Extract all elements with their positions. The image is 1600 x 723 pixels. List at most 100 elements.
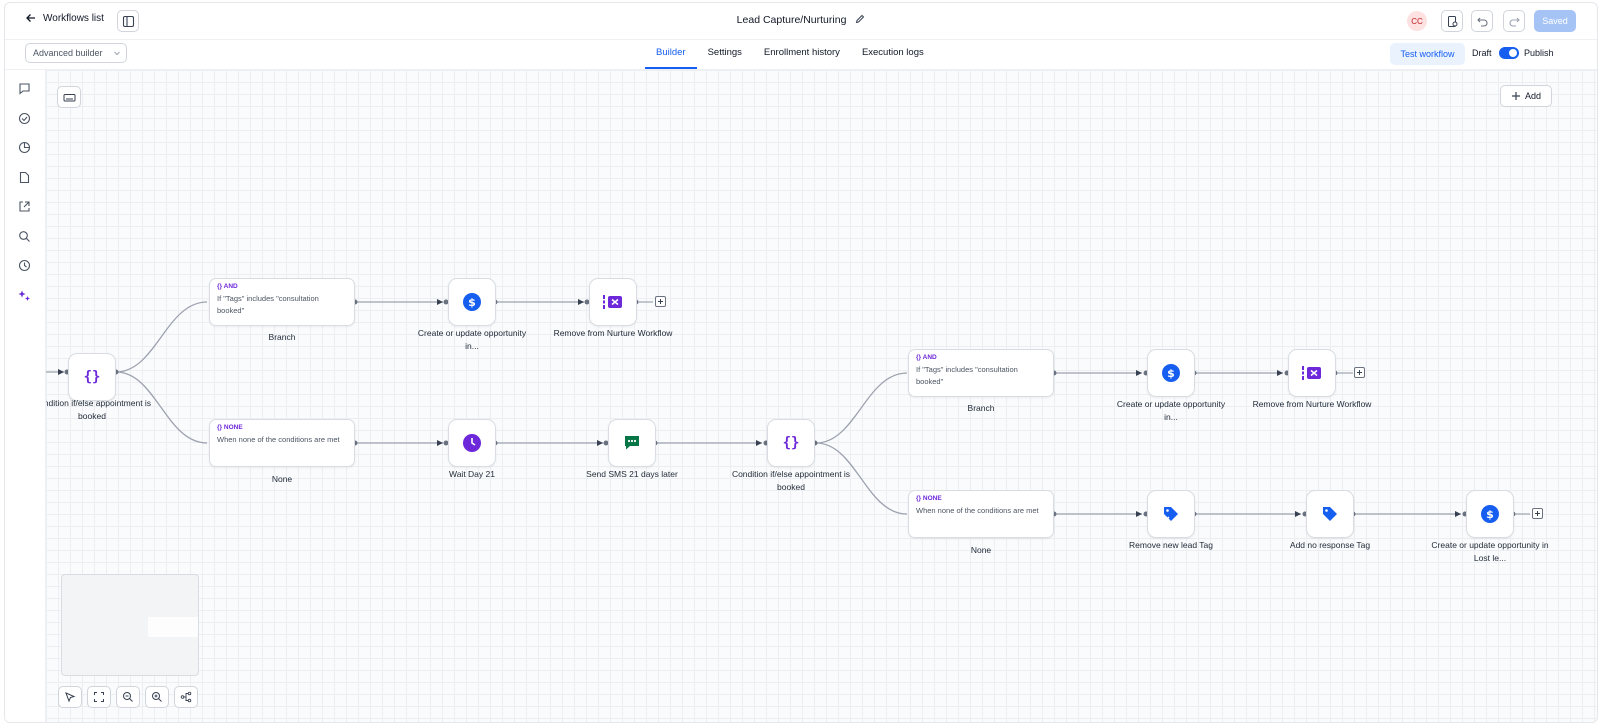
main-tabs: Builder Settings Enrollment history Exec… (645, 39, 935, 69)
wait-node[interactable] (448, 419, 496, 467)
remove-workflow-icon (603, 295, 622, 309)
opportunity-node-1-label: Create or update opportunity in... (417, 328, 527, 351)
minimap-viewport (148, 617, 198, 637)
document-settings-button[interactable] (1441, 10, 1463, 32)
branch-none-label-1: None (271, 474, 293, 484)
user-avatar[interactable]: CC (1407, 11, 1427, 31)
svg-text:$: $ (468, 296, 476, 309)
minimap[interactable] (61, 574, 199, 676)
opportunity-node-1[interactable]: $ (448, 278, 496, 326)
external-link-icon[interactable] (18, 200, 31, 213)
braces-icon: {} (83, 369, 101, 385)
branch-tag-text: AND (922, 354, 937, 361)
document-gear-icon (1447, 15, 1457, 27)
history-icon[interactable] (18, 259, 31, 272)
branch-condition: When none of the conditions are met (217, 435, 340, 444)
tab-settings[interactable]: Settings (697, 39, 753, 69)
remove-tag-node[interactable] (1147, 490, 1195, 538)
opportunity-node-2-label: Create or update opportunity in... (1116, 399, 1226, 422)
undo-button[interactable] (1471, 10, 1493, 32)
cursor-icon (65, 692, 76, 703)
opportunity-node-2[interactable]: $ (1147, 349, 1195, 397)
top-bar: Workflows list Lead Capture/Nurturing CC… (5, 3, 1597, 40)
test-workflow-button[interactable]: Test workflow (1390, 43, 1465, 65)
branch-and-label-2: Branch (967, 403, 995, 413)
add-step-button[interactable] (1532, 508, 1543, 519)
fit-view-button[interactable] (87, 686, 111, 708)
canvas-tools (58, 686, 198, 708)
condition-node-1[interactable]: {} (68, 353, 116, 401)
left-toolbar (5, 70, 46, 722)
zoom-in-button[interactable] (145, 686, 169, 708)
redo-icon (1509, 17, 1520, 27)
document-icon[interactable] (18, 171, 31, 184)
workflow-canvas[interactable]: Add {} dition if/else appointment is boo… (46, 70, 1597, 722)
chevron-down-icon (114, 51, 120, 56)
check-circle-icon[interactable] (18, 112, 31, 125)
opportunity-node-3-label: Create or update opportunity in Lost le.… (1431, 540, 1549, 563)
remove-workflow-node-1[interactable] (589, 278, 637, 326)
comment-icon[interactable] (18, 82, 31, 95)
remove-workflow-node-2[interactable] (1288, 349, 1336, 397)
tag-remove-icon (1164, 507, 1178, 521)
branch-tag: {} AND (916, 354, 937, 361)
remove-tag-node-label: Remove new lead Tag (1129, 540, 1213, 550)
svg-text:$: $ (1167, 367, 1175, 380)
saved-button[interactable]: Saved (1534, 10, 1576, 32)
tree-layout-icon (180, 691, 192, 703)
select-tool-button[interactable] (58, 686, 82, 708)
svg-text:$: $ (1486, 508, 1494, 521)
zoom-in-icon (152, 692, 162, 702)
branch-tag-text: AND (223, 283, 238, 290)
remove-workflow-icon (1302, 366, 1321, 380)
branch-condition: If "Tags" includes "consultation booked" (916, 365, 1018, 386)
opportunity-node-3[interactable]: $ (1466, 490, 1514, 538)
redo-button[interactable] (1503, 10, 1525, 32)
expand-icon (94, 692, 104, 702)
add-step-button[interactable] (655, 296, 666, 307)
branch-tag: {} NONE (916, 495, 942, 502)
remove-workflow-node-2-label: Remove from Nurture Workflow (1252, 399, 1372, 409)
sub-bar: Advanced builder Builder Settings Enroll… (5, 39, 1597, 70)
branch-tag-text: NONE (922, 495, 942, 502)
builder-mode-select[interactable]: Advanced builder (25, 43, 127, 63)
connectors (46, 299, 1530, 517)
branch-condition: If "Tags" includes "consultation booked" (217, 294, 319, 315)
sms-node[interactable] (608, 419, 656, 467)
branch-tag: {} AND (217, 283, 238, 290)
add-tag-node-label: Add no response Tag (1289, 540, 1371, 550)
branch-and-label-1: Branch (268, 332, 296, 342)
tab-builder[interactable]: Builder (645, 39, 697, 69)
branch-tag-text: NONE (223, 424, 243, 431)
branch-and-card-2[interactable]: {} AND If "Tags" includes "consultation … (908, 349, 1054, 397)
condition-node-2[interactable]: {} (767, 419, 815, 467)
sms-message-icon (625, 436, 639, 450)
condition-node-1-label: Condition if/else appointment is booked (46, 398, 152, 421)
branch-none-card-2[interactable]: {} NONE When none of the conditions are … (908, 490, 1054, 538)
wait-node-label: Wait Day 21 (449, 469, 495, 479)
branch-none-card-1[interactable]: {} NONE When none of the conditions are … (209, 419, 355, 467)
builder-mode-value: Advanced builder (33, 48, 103, 58)
branch-condition: When none of the conditions are met (916, 506, 1039, 515)
add-tag-node[interactable] (1306, 490, 1354, 538)
tab-enrollment-history[interactable]: Enrollment history (753, 39, 851, 69)
sms-node-label: Send SMS 21 days later (586, 469, 678, 479)
condition-node-2-label: Condition if/else appointment is booked (731, 469, 851, 492)
tag-icon (1323, 507, 1337, 521)
zoom-out-icon (123, 692, 133, 702)
workflow-title-text: Lead Capture/Nurturing (736, 14, 847, 26)
undo-icon (1476, 17, 1487, 27)
ai-sparkle-icon[interactable] (18, 289, 31, 302)
pie-chart-icon[interactable] (18, 141, 31, 154)
tab-execution-logs[interactable]: Execution logs (851, 39, 935, 69)
branch-and-card-1[interactable]: {} AND If "Tags" includes "consultation … (209, 278, 355, 326)
auto-layout-button[interactable] (174, 686, 198, 708)
edit-pencil-icon[interactable] (855, 14, 865, 24)
publish-toggle[interactable] (1499, 47, 1519, 59)
zoom-out-button[interactable] (116, 686, 140, 708)
app-frame: Workflows list Lead Capture/Nurturing CC… (4, 2, 1598, 723)
dollar-icon: $ (1162, 364, 1180, 382)
clock-icon (463, 434, 481, 452)
add-step-button[interactable] (1354, 367, 1365, 378)
search-icon[interactable] (18, 230, 31, 243)
